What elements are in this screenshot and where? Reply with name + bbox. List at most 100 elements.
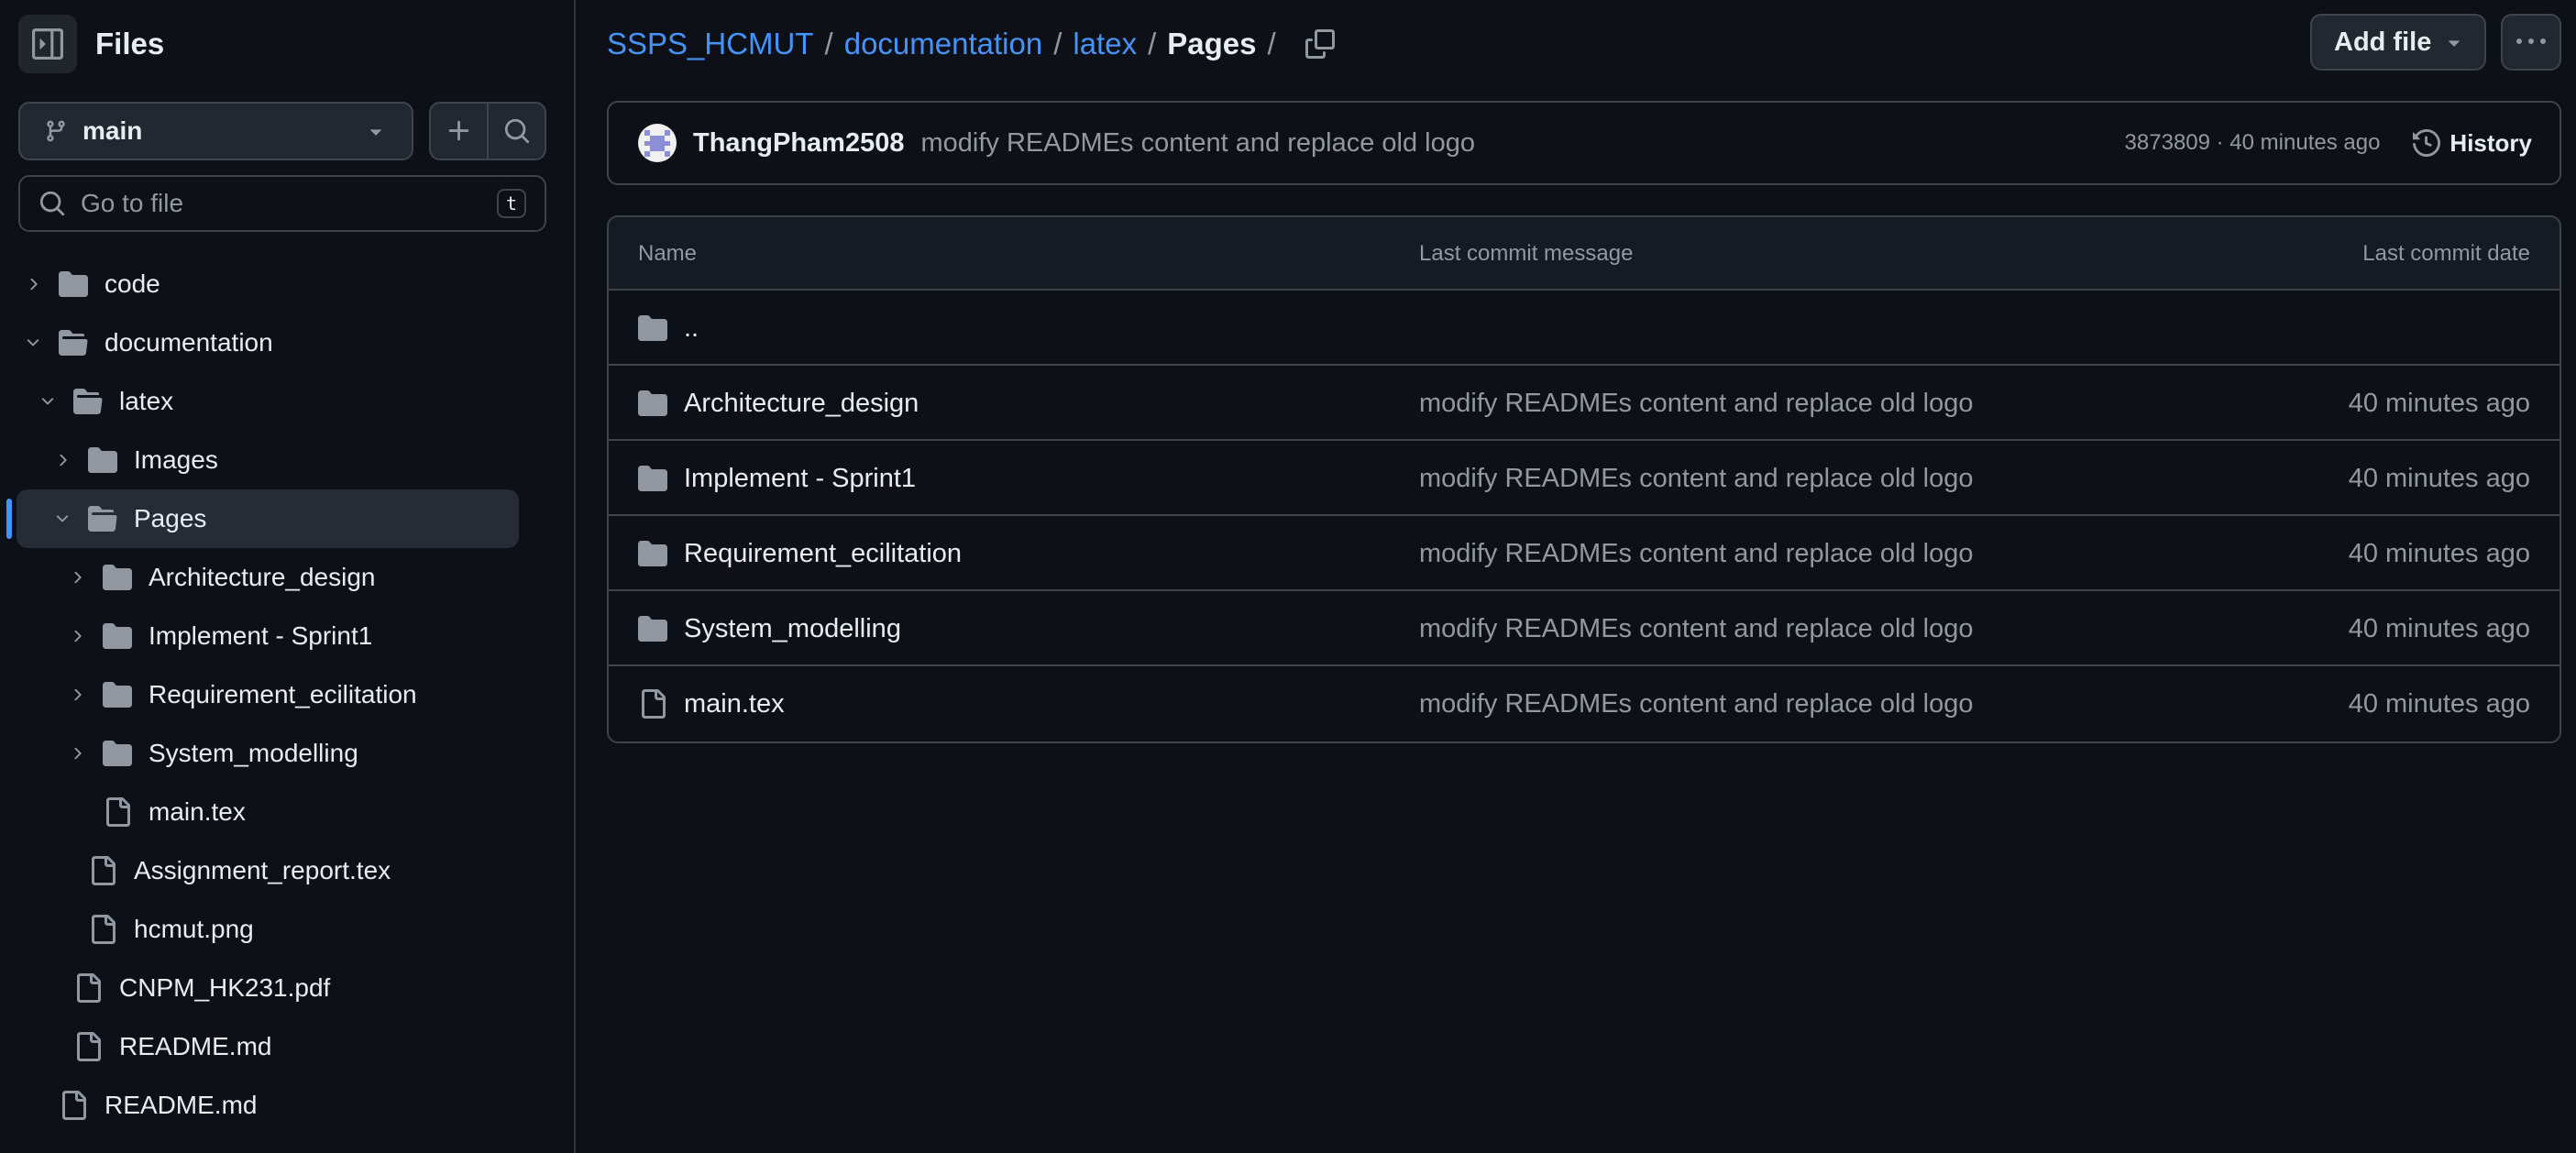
breadcrumb-current: Pages [1167, 27, 1257, 60]
tree-item-assignment-report-tex[interactable]: Assignment_report.tex [0, 841, 574, 900]
file-tree: code documentation latex Images Pages Archite… [0, 255, 574, 1135]
tree-item-label: System_modelling [149, 739, 358, 767]
commit-message-link[interactable]: modify READMEs content and replace old l… [1419, 689, 1973, 719]
file-list-table: Name Last commit message Last commit dat… [607, 215, 2561, 743]
commit-author-link[interactable]: ThangPham2508 [693, 128, 904, 159]
history-label: History [2449, 128, 2532, 157]
add-file-label: Add file [2334, 27, 2432, 57]
sidebar-title: Files [95, 27, 165, 60]
folder-open-icon [88, 504, 117, 533]
tree-item-label: README.md [119, 1032, 272, 1060]
file-icon [88, 915, 117, 944]
tree-item-label: Implement - Sprint1 [149, 621, 373, 650]
file-icon [73, 973, 103, 1003]
main-content: SSPS_HCMUT / documentation / latex / Pag… [576, 0, 2576, 1153]
folder-icon [638, 614, 667, 643]
chevron-right-icon[interactable] [68, 568, 86, 587]
go-to-file-input[interactable]: Go to file t [18, 175, 546, 232]
add-file-dropdown-button[interactable]: Add file [2310, 14, 2486, 71]
commit-date: 40 minutes ago [2348, 389, 2530, 418]
table-row[interactable]: Requirement_ecilitation modify READMEs co… [609, 516, 2559, 591]
tree-item-label: code [105, 269, 160, 298]
tree-item-label: hcmut.png [134, 915, 254, 943]
tree-item-main-tex[interactable]: main.tex [0, 783, 574, 841]
tree-item-system-modelling[interactable]: System_modelling [0, 724, 574, 783]
chevron-down-icon[interactable] [24, 334, 42, 352]
file-name-link[interactable]: Architecture_design [684, 389, 919, 419]
branch-name: main [83, 116, 143, 145]
git-branch-icon [44, 119, 68, 143]
more-options-button[interactable] [2501, 14, 2561, 71]
chevron-down-icon[interactable] [53, 510, 72, 528]
folder-icon [638, 389, 667, 418]
commit-date: 40 minutes ago [2348, 614, 2530, 643]
column-header-name: Name [638, 241, 698, 266]
tree-item-label: README.md [105, 1091, 258, 1119]
sidebar-header: Files [18, 15, 164, 73]
table-row[interactable]: Implement - Sprint1 modify READMEs conten… [609, 441, 2559, 516]
commit-message-link[interactable]: modify READMEs content and replace old l… [1419, 464, 1973, 494]
file-name-link[interactable]: main.tex [684, 689, 785, 719]
commit-message-link[interactable]: modify READMEs content and replace old l… [920, 128, 2124, 159]
tree-item-selected-indicator [6, 499, 12, 539]
tree-item-cnpm-hk231-pdf[interactable]: CNPM_HK231.pdf [0, 959, 574, 1017]
breadcrumb-link-latex[interactable]: latex [1073, 27, 1137, 61]
table-row[interactable]: System_modelling modify READMEs content a… [609, 591, 2559, 666]
table-row[interactable]: Architecture_design modify READMEs conten… [609, 366, 2559, 441]
file-icon [88, 856, 117, 885]
tree-item-label: CNPM_HK231.pdf [119, 973, 331, 1002]
copy-icon [1305, 29, 1335, 59]
commit-sha-and-time[interactable]: 3873809 · 40 minutes ago [2125, 130, 2381, 156]
folder-open-icon [73, 387, 103, 416]
chevron-right-icon[interactable] [24, 275, 42, 293]
tree-item-label: Assignment_report.tex [134, 856, 391, 884]
chevron-right-icon[interactable] [53, 451, 72, 469]
chevron-right-icon[interactable] [68, 686, 86, 704]
branch-selector-button[interactable]: main [18, 102, 413, 160]
tree-item-documentation[interactable]: documentation [0, 313, 574, 372]
copy-path-button[interactable] [1305, 29, 1335, 59]
breadcrumb-link-documentation[interactable]: documentation [844, 27, 1042, 61]
parent-directory-row[interactable]: .. [609, 291, 2559, 366]
tree-item-label: Pages [134, 504, 207, 533]
file-icon [638, 689, 667, 719]
folder-icon [103, 621, 132, 651]
file-name-link[interactable]: Requirement_ecilitation [684, 539, 962, 569]
tree-item-readme-md[interactable]: README.md [0, 1076, 574, 1135]
avatar[interactable] [638, 124, 677, 162]
tree-item-implement-sprint1[interactable]: Implement - Sprint1 [0, 607, 574, 665]
tree-item-images[interactable]: Images [0, 431, 574, 489]
search-code-button[interactable] [489, 104, 545, 159]
file-name-link[interactable]: System_modelling [684, 614, 901, 644]
tree-item-pages[interactable]: Pages [0, 489, 574, 548]
breadcrumb-link-repo[interactable]: SSPS_HCMUT [607, 27, 814, 61]
commit-message-link[interactable]: modify READMEs content and replace old l… [1419, 389, 1973, 419]
history-button[interactable]: History [2413, 129, 2532, 158]
tree-item-code[interactable]: code [0, 255, 574, 313]
search-icon [503, 117, 531, 145]
tree-item-hcmut-png[interactable]: hcmut.png [0, 900, 574, 959]
folder-icon [638, 539, 667, 568]
add-file-button[interactable] [431, 104, 489, 159]
commit-message-link[interactable]: modify READMEs content and replace old l… [1419, 539, 1973, 569]
collapse-sidebar-button[interactable] [18, 15, 77, 73]
tree-item-architecture-design[interactable]: Architecture_design [0, 548, 574, 607]
parent-directory-link[interactable]: .. [684, 313, 699, 344]
tree-item-readme-md[interactable]: README.md [0, 1017, 574, 1076]
tree-item-latex[interactable]: latex [0, 372, 574, 431]
commit-date: 40 minutes ago [2348, 464, 2530, 493]
column-header-last-commit-date: Last commit date [2362, 241, 2530, 266]
tree-item-requirement-ecilitation[interactable]: Requirement_ecilitation [0, 665, 574, 724]
commit-date: 40 minutes ago [2348, 539, 2530, 568]
kebab-horizontal-icon [2516, 27, 2546, 57]
commit-message-link[interactable]: modify READMEs content and replace old l… [1419, 614, 1973, 644]
chevron-right-icon[interactable] [68, 627, 86, 645]
breadcrumb-separator: / [1148, 27, 1157, 60]
tree-item-label: Images [134, 445, 218, 474]
chevron-right-icon[interactable] [68, 744, 86, 763]
table-row[interactable]: main.tex modify READMEs content and repla… [609, 666, 2559, 741]
file-name-link[interactable]: Implement - Sprint1 [684, 464, 916, 494]
plus-icon [446, 117, 473, 145]
chevron-down-icon[interactable] [39, 392, 57, 411]
tree-item-label: documentation [105, 328, 273, 357]
